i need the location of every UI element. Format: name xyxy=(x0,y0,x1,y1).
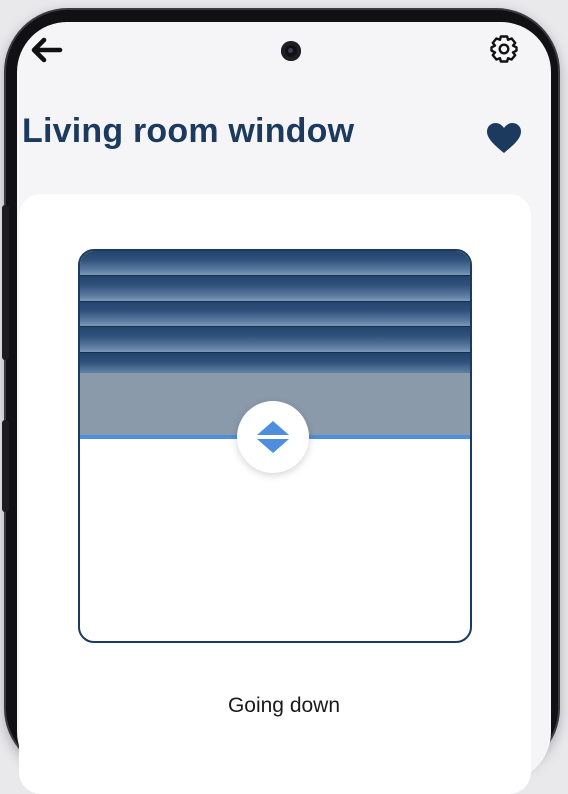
phone-side-button xyxy=(2,420,9,512)
front-camera xyxy=(281,41,301,61)
blind-window[interactable] xyxy=(78,249,472,643)
blind-slat xyxy=(80,276,470,302)
blind-drag-handle[interactable] xyxy=(237,401,309,473)
page-title: Living room window xyxy=(22,112,355,150)
up-arrow-icon xyxy=(257,421,289,435)
arrow-left-icon xyxy=(31,37,63,63)
favorite-button[interactable] xyxy=(483,119,525,157)
blind-slat xyxy=(80,301,470,328)
blind-status: Going down xyxy=(227,694,341,717)
phone-side-button xyxy=(2,205,9,360)
down-arrow-icon xyxy=(257,439,289,453)
gear-icon xyxy=(490,35,518,63)
blind-slat xyxy=(80,327,470,353)
blind-slats xyxy=(80,251,470,378)
settings-button[interactable] xyxy=(486,31,522,67)
heart-icon xyxy=(487,123,521,153)
back-button[interactable] xyxy=(28,32,64,68)
blind-slat xyxy=(80,251,470,277)
